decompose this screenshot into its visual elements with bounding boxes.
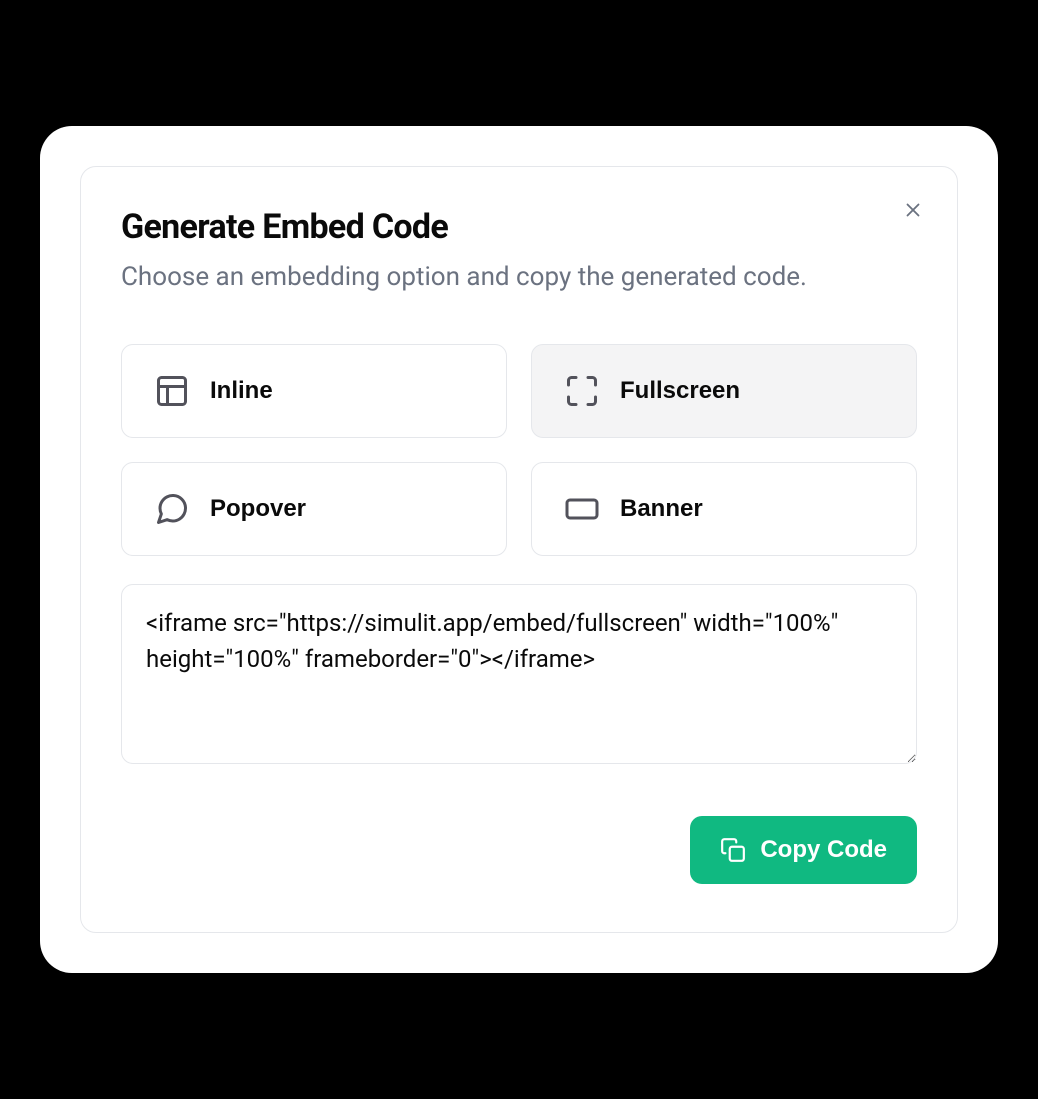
option-label: Banner [620,495,703,523]
copy-button-label: Copy Code [760,836,887,864]
option-label: Inline [210,377,273,405]
dialog-title: Generate Embed Code [121,207,917,247]
chat-bubble-icon [154,491,190,527]
copy-icon [720,837,746,863]
dialog-card: Generate Embed Code Choose an embedding … [80,166,958,932]
copy-code-button[interactable]: Copy Code [690,816,917,884]
panels-icon [154,373,190,409]
option-popover[interactable]: Popover [121,462,507,556]
dialog-subtitle: Choose an embedding option and copy the … [121,259,871,295]
close-icon [902,199,924,224]
option-fullscreen[interactable]: Fullscreen [531,344,917,438]
option-banner[interactable]: Banner [531,462,917,556]
embed-code-textarea[interactable] [121,584,917,764]
rectangle-icon [564,491,600,527]
close-button[interactable] [897,195,929,227]
option-label: Popover [210,495,306,523]
dialog-footer: Copy Code [121,816,917,884]
fullscreen-icon [564,373,600,409]
option-label: Fullscreen [620,377,740,405]
option-inline[interactable]: Inline [121,344,507,438]
embed-options: Inline Fullscreen Popover Banner [121,344,917,556]
dialog-outer: Generate Embed Code Choose an embedding … [40,126,998,972]
